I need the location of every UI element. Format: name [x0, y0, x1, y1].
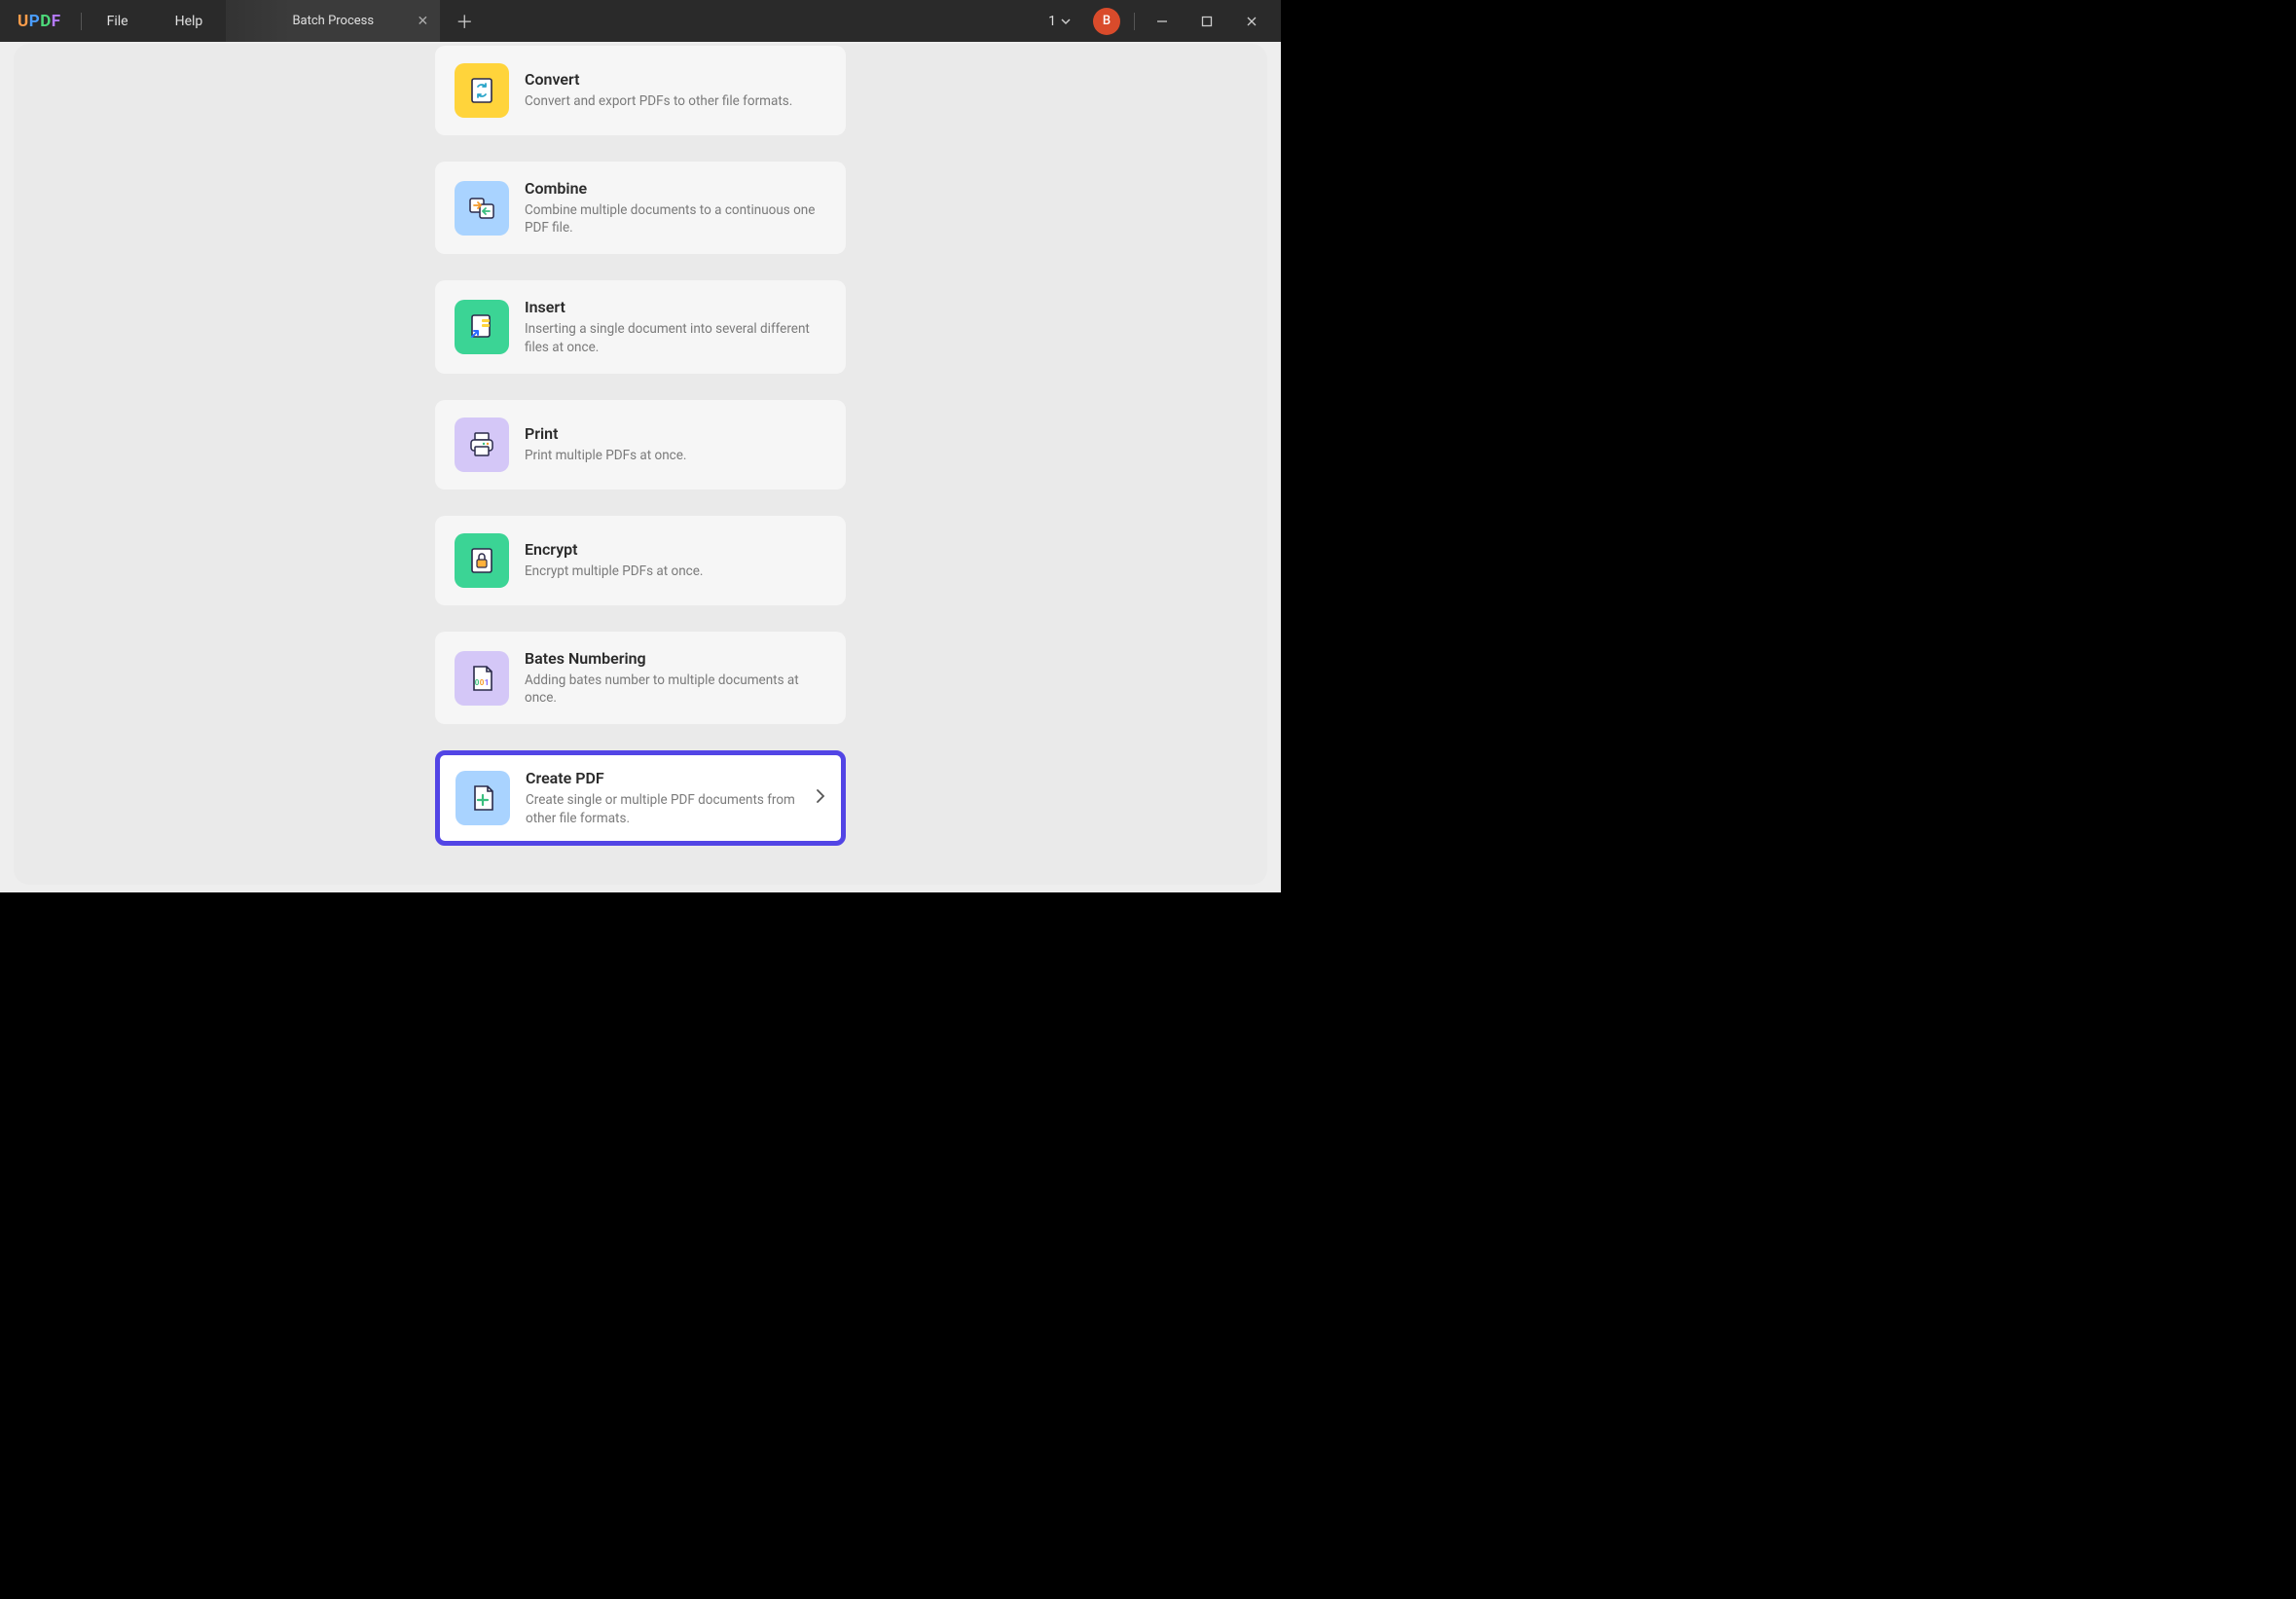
bates-icon: 001 [455, 651, 509, 706]
svg-text:1: 1 [485, 678, 490, 687]
convert-icon [455, 63, 509, 118]
card-text: Insert Inserting a single document into … [525, 298, 826, 355]
minimize-icon [1156, 16, 1168, 27]
card-text: Convert Convert and export PDFs to other… [525, 70, 826, 110]
card-text: Combine Combine multiple documents to a … [525, 179, 826, 236]
divider [1134, 13, 1135, 30]
card-text: Create PDF Create single or multiple PDF… [526, 769, 800, 826]
insert-icon [455, 300, 509, 354]
card-print[interactable]: Print Print multiple PDFs at once. [435, 400, 846, 490]
card-desc: Convert and export PDFs to other file fo… [525, 92, 826, 110]
card-encrypt[interactable]: Encrypt Encrypt multiple PDFs at once. [435, 516, 846, 605]
window-minimize-button[interactable] [1143, 6, 1182, 37]
tab-title: Batch Process [292, 14, 374, 28]
card-title: Combine [525, 179, 826, 198]
titlebar: UPDF File Help Batch Process ✕ ＋ 1 B [0, 0, 1281, 42]
content-area: Convert Convert and export PDFs to other… [14, 44, 1267, 885]
divider [81, 13, 82, 30]
chevron-down-icon [1060, 16, 1072, 27]
tab-count-value: 1 [1048, 14, 1056, 29]
card-title: Convert [525, 70, 826, 89]
content-wrap: Convert Convert and export PDFs to other… [0, 42, 1281, 892]
card-create-pdf[interactable]: Create PDF Create single or multiple PDF… [435, 750, 846, 845]
card-desc: Create single or multiple PDF documents … [526, 791, 800, 826]
batch-cards-list: Convert Convert and export PDFs to other… [435, 46, 846, 846]
tab-close-icon[interactable]: ✕ [418, 14, 429, 29]
print-icon [455, 418, 509, 472]
card-title: Create PDF [526, 769, 800, 787]
card-title: Insert [525, 298, 826, 316]
card-desc: Adding bates number to multiple document… [525, 672, 826, 707]
card-desc: Encrypt multiple PDFs at once. [525, 563, 826, 580]
chevron-right-icon [816, 788, 825, 809]
card-desc: Combine multiple documents to a continuo… [525, 201, 826, 236]
card-convert[interactable]: Convert Convert and export PDFs to other… [435, 46, 846, 135]
card-text: Bates Numbering Adding bates number to m… [525, 649, 826, 707]
card-title: Encrypt [525, 540, 826, 559]
window-maximize-button[interactable] [1187, 6, 1226, 37]
tab-batch-process[interactable]: Batch Process ✕ [226, 0, 440, 42]
user-avatar[interactable]: B [1093, 8, 1120, 35]
maximize-icon [1201, 16, 1213, 27]
svg-text:0: 0 [475, 678, 480, 687]
tab-count-dropdown[interactable]: 1 [1039, 14, 1081, 29]
card-title: Print [525, 424, 826, 443]
app-logo: UPDF [0, 12, 79, 31]
card-desc: Print multiple PDFs at once. [525, 447, 826, 464]
close-icon [1246, 16, 1257, 27]
card-title: Bates Numbering [525, 649, 826, 668]
card-bates-numbering[interactable]: 001 Bates Numbering Adding bates number … [435, 632, 846, 724]
encrypt-icon [455, 533, 509, 588]
card-text: Print Print multiple PDFs at once. [525, 424, 826, 464]
combine-icon [455, 181, 509, 236]
titlebar-right: 1 B [1039, 6, 1281, 37]
menu-file[interactable]: File [84, 0, 152, 42]
new-tab-button[interactable]: ＋ [440, 9, 489, 34]
create-pdf-icon [456, 771, 510, 825]
card-insert[interactable]: Insert Inserting a single document into … [435, 280, 846, 373]
window-close-button[interactable] [1232, 6, 1271, 37]
card-text: Encrypt Encrypt multiple PDFs at once. [525, 540, 826, 580]
card-combine[interactable]: Combine Combine multiple documents to a … [435, 162, 846, 254]
menu-help[interactable]: Help [152, 0, 227, 42]
card-desc: Inserting a single document into several… [525, 320, 826, 355]
